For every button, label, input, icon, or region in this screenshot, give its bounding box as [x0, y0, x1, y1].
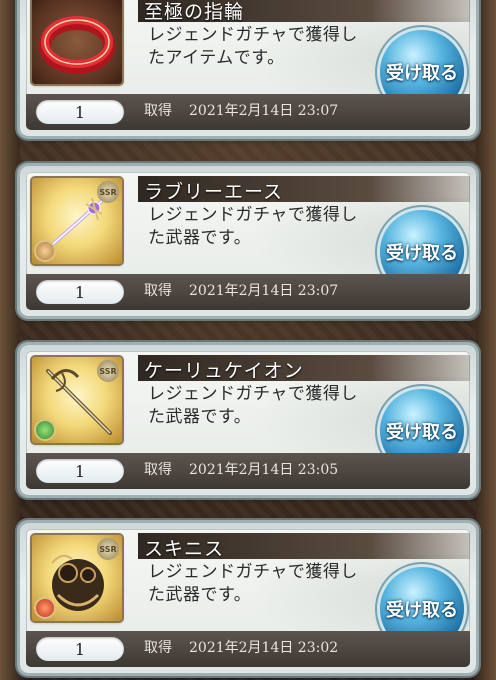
wind-element-icon	[36, 421, 54, 439]
item-card: 至極の指輪 レジェンドガチャで獲得し たアイテムです。 受け取る 1 取得 20…	[20, 0, 476, 136]
item-description: レジェンドガチャで獲得し た武器です。	[148, 384, 358, 427]
quantity-badge: 1	[36, 637, 124, 661]
item-card-inner: 至極の指輪 レジェンドガチャで獲得し たアイテムです。 受け取る 1 取得 20…	[26, 0, 470, 130]
rarity-badge: SSR	[97, 181, 119, 203]
item-card: ラブリーエース SSR レジェンドガチャで獲得し た武器です。 受け取る 1 取…	[20, 166, 476, 316]
ring-icon[interactable]	[32, 0, 122, 84]
acquired-label: 取得	[144, 462, 172, 478]
receive-button-label: 受け取る	[386, 600, 458, 621]
acquired-label: 取得	[144, 283, 172, 299]
item-name: ケーリュケイオン	[144, 360, 304, 382]
item-card-inner: ケーリュケイオン SSR レジェンドガチャで獲得し た武器です。 受け取る 1 …	[26, 351, 470, 489]
rarity-badge: SSR	[97, 538, 119, 560]
right-frame	[476, 0, 496, 680]
acquired-label: 取得	[144, 640, 172, 656]
sword-icon[interactable]: SSR	[32, 178, 122, 264]
quantity-badge: 1	[36, 100, 124, 124]
receive-button-label: 受け取る	[386, 243, 458, 264]
item-description: レジェンドガチャで獲得し た武器です。	[148, 205, 358, 248]
acquired-date: 2021年2月14日 23:07	[189, 103, 339, 119]
item-name: スキニス	[144, 538, 225, 560]
light-element-icon	[36, 242, 54, 260]
quantity-badge: 1	[36, 280, 124, 304]
acquired-date: 2021年2月14日 23:07	[189, 283, 339, 299]
item-card: ケーリュケイオン SSR レジェンドガチャで獲得し た武器です。 受け取る 1 …	[20, 345, 476, 495]
acquired-label: 取得	[144, 103, 172, 119]
item-card-inner: スキニス SSR レジェンドガチャで獲得し た武器です。 受け取る 1 取得 2…	[26, 529, 470, 667]
fire-element-icon	[36, 599, 54, 617]
acquired-date: 2021年2月14日 23:02	[189, 640, 339, 656]
beast-icon[interactable]: SSR	[32, 535, 122, 621]
receive-button-label: 受け取る	[386, 422, 458, 443]
receive-button-label: 受け取る	[386, 63, 458, 84]
item-card: スキニス SSR レジェンドガチャで獲得し た武器です。 受け取る 1 取得 2…	[20, 523, 476, 673]
item-name: 至極の指輪	[144, 1, 245, 23]
acquired-date: 2021年2月14日 23:05	[189, 462, 339, 478]
quantity-badge: 1	[36, 459, 124, 483]
left-frame	[0, 0, 20, 680]
item-description: レジェンドガチャで獲得し たアイテムです。	[148, 25, 358, 68]
staff-icon[interactable]: SSR	[32, 357, 122, 443]
item-name: ラブリーエース	[144, 181, 284, 203]
item-card-inner: ラブリーエース SSR レジェンドガチャで獲得し た武器です。 受け取る 1 取…	[26, 172, 470, 310]
rarity-badge: SSR	[97, 360, 119, 382]
item-description: レジェンドガチャで獲得し た武器です。	[148, 562, 358, 605]
